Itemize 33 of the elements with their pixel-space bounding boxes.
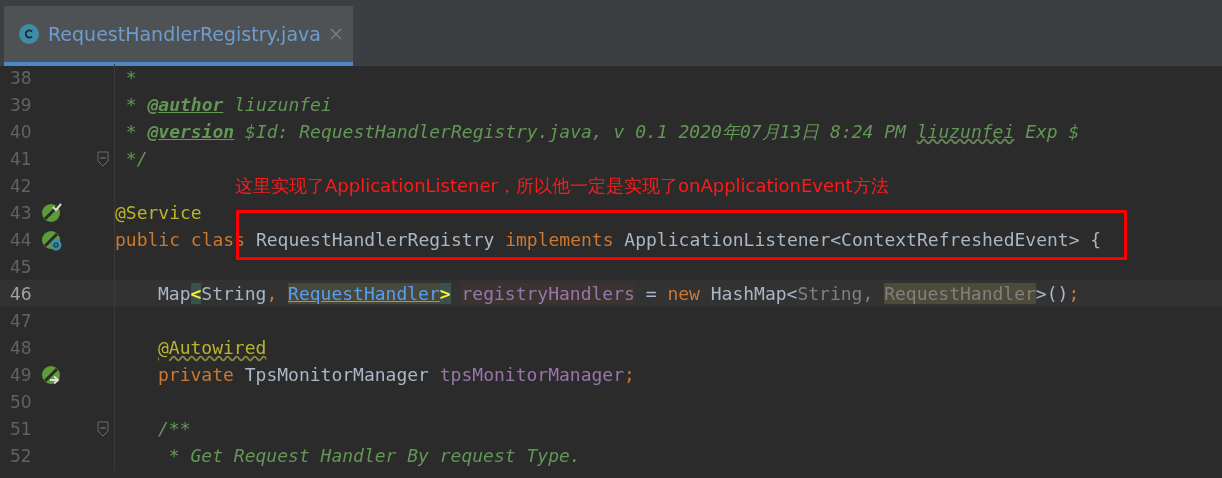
code-line: *	[124, 67, 137, 88]
line-number: 49	[9, 364, 33, 385]
file-tab[interactable]: RequestHandlerRegistry.java	[4, 6, 353, 66]
code-line: @Service	[115, 202, 202, 223]
bean-class-icon[interactable]	[40, 228, 62, 251]
code-line: Map<String, RequestHandler> registryHandlers = new HashMap<String, RequestHandler>();	[157, 283, 1080, 304]
code-line: * @version $Id: RequestHandlerRegistry.java, v 0.1 2020年07月13日 8:24 PM liuzunfei Exp $	[124, 119, 1080, 144]
line-number: 43	[9, 202, 33, 223]
code-line: * @author liuzunfei	[124, 94, 332, 115]
code-line: private TpsMonitorManager tpsMonitorManager;	[157, 364, 635, 385]
line-number: 41	[9, 148, 33, 169]
code-line: * Get Request Handler By request Type.	[167, 445, 581, 466]
line-number: 48	[9, 337, 33, 358]
line-number: 42	[9, 175, 33, 196]
bean-check-icon[interactable]	[40, 201, 62, 224]
line-number: 39	[9, 94, 33, 115]
fold-icon[interactable]	[97, 420, 109, 437]
bean-inject-icon[interactable]	[40, 363, 62, 386]
line-number: 47	[9, 310, 33, 331]
code-line: /**	[157, 418, 191, 439]
line-number: 40	[9, 121, 33, 142]
class-icon	[18, 23, 40, 45]
line-number: 45	[9, 256, 33, 277]
code-line: */	[124, 148, 148, 169]
line-number: 44	[9, 229, 33, 250]
annotation-note: 这里实现了ApplicationListener，所以他一定是实现了onApplicationEvent方法	[235, 174, 889, 198]
line-number: 38	[9, 67, 33, 88]
fold-icon[interactable]	[97, 150, 109, 167]
line-number: 51	[9, 418, 33, 439]
line-number: 46	[9, 283, 33, 304]
line-number: 50	[9, 391, 33, 412]
line-number: 52	[9, 445, 33, 466]
code-line: @Autowired	[157, 337, 267, 358]
